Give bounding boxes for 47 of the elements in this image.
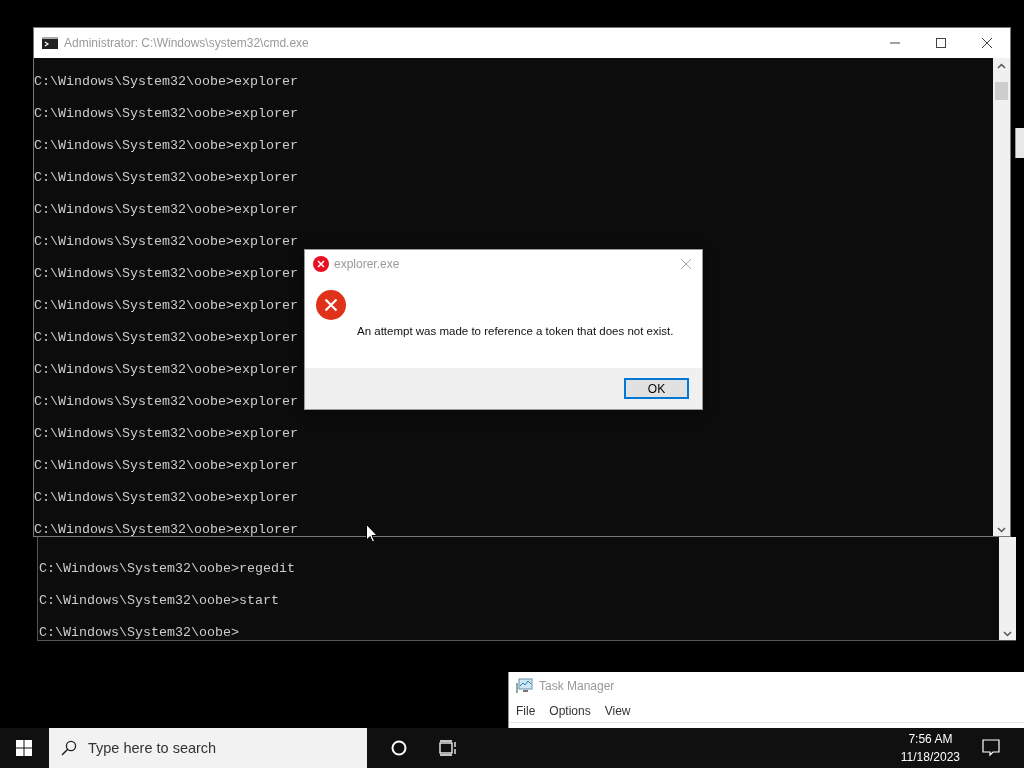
dialog-title: explorer.exe xyxy=(334,257,400,271)
console-line: C:\Windows\System32\oobe>explorer xyxy=(34,233,298,251)
console-line: C:\Windows\System32\oobe>explorer xyxy=(34,425,298,443)
console-line: C:\Windows\System32\oobe>explorer xyxy=(34,297,298,315)
console-line: C:\Windows\System32\oobe>explorer xyxy=(34,457,298,475)
window-title: Administrator: C:\Windows\system32\cmd.exe xyxy=(64,36,309,50)
console-line: C:\Windows\System32\oobe>explorer xyxy=(34,329,298,347)
search-field[interactable]: Type here to search xyxy=(49,728,367,768)
circle-icon[interactable] xyxy=(391,740,407,756)
scrollbar[interactable] xyxy=(999,537,1016,640)
scroll-up-icon[interactable] xyxy=(997,63,1006,69)
console-line: C:\Windows\System32\oobe>regedit xyxy=(39,560,295,578)
console-line: C:\Windows\System32\oobe>explorer xyxy=(34,137,298,155)
console-line: C:\Windows\System32\oobe>explorer xyxy=(34,169,298,187)
scroll-down-icon[interactable] xyxy=(1003,631,1012,637)
console-line: C:\Windows\System32\oobe>explorer xyxy=(34,105,298,123)
maximize-icon[interactable] xyxy=(935,37,947,49)
menu-item[interactable]: File xyxy=(516,704,536,718)
window-title: Task Manager xyxy=(539,679,615,693)
task-view-icon[interactable] xyxy=(439,740,457,756)
monitor-icon xyxy=(516,678,533,694)
notification-icon[interactable] xyxy=(982,739,1000,757)
start-icon[interactable] xyxy=(16,740,32,756)
clock-time: 7:56 AM xyxy=(908,731,953,748)
ok-button[interactable]: OK xyxy=(624,378,689,399)
close-icon[interactable] xyxy=(981,37,993,49)
window-edge xyxy=(1015,128,1024,158)
scroll-down-icon[interactable] xyxy=(997,527,1006,533)
error-message: An attempt was made to reference a token that does not exist. xyxy=(357,325,674,337)
scrollbar[interactable] xyxy=(993,58,1010,536)
console-line: C:\Windows\System32\oobe>start xyxy=(39,592,279,610)
menu-item[interactable]: Options xyxy=(549,704,591,718)
scroll-thumb[interactable] xyxy=(995,82,1008,100)
console-line: C:\Windows\System32\oobe> xyxy=(39,624,239,640)
console-line: C:\Windows\System32\oobe>explorer xyxy=(34,265,298,283)
clock-date: 11/18/2023 xyxy=(900,749,960,766)
console-line: C:\Windows\System32\oobe>explorer xyxy=(34,521,298,536)
console-line: C:\Windows\System32\oobe>explorer xyxy=(34,489,298,507)
search-icon xyxy=(61,740,77,756)
console-line: C:\Windows\System32\oobe>explorer xyxy=(34,393,298,411)
menu-item[interactable]: View xyxy=(604,704,631,718)
terminal-icon xyxy=(42,37,58,49)
console-line: C:\Windows\System32\oobe>explorer xyxy=(34,201,298,219)
console-line: C:\Windows\System32\oobe>explorer xyxy=(34,73,298,91)
error-icon xyxy=(316,290,346,320)
error-icon xyxy=(313,256,329,272)
console-line: C:\Windows\System32\oobe>explorer xyxy=(34,361,298,379)
